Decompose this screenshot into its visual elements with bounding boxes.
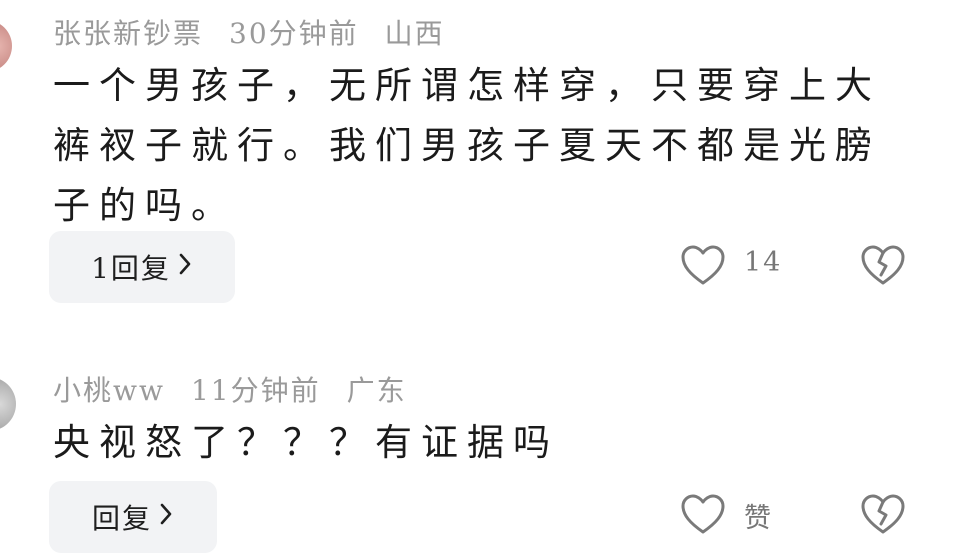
like-count: 14: [744, 247, 783, 278]
username[interactable]: 张张新钞票: [53, 17, 203, 50]
broken-heart-icon[interactable]: [860, 244, 906, 286]
timestamp: 30分钟前: [229, 17, 359, 50]
chevron-right-icon: [158, 502, 174, 533]
heart-outline-icon[interactable]: [680, 493, 726, 535]
reply-button[interactable]: 回复: [49, 481, 217, 553]
heart-outline-icon[interactable]: [680, 244, 726, 286]
comment-meta: 张张新钞票 30分钟前 山西: [53, 12, 471, 52]
broken-heart-icon[interactable]: [860, 493, 906, 535]
reply-label: 回复: [91, 502, 152, 535]
avatar[interactable]: [0, 377, 16, 431]
location: 山西: [384, 17, 445, 50]
chevron-right-icon: [177, 252, 193, 283]
timestamp: 11分钟前: [190, 374, 321, 407]
comment-item: 张张新钞票 30分钟前 山西 一个男孩子，无所谓怎样穿，只要穿上大裤衩子就行。我们男…: [0, 0, 960, 320]
like-count: 赞: [744, 503, 773, 534]
username[interactable]: 小桃ww: [53, 374, 165, 407]
comment-text: 央视怒了？？？有证据吗: [53, 421, 559, 464]
comment-text: 一个男孩子，无所谓怎样穿，只要穿上大裤衩子就行。我们男孩子夏天不都是光膀子的吗。: [53, 64, 881, 227]
location: 广东: [346, 374, 407, 407]
reply-label: 1回复: [91, 252, 171, 285]
comment-item: 小桃ww 11分钟前 广东 央视怒了？？？有证据吗 回复 赞: [0, 355, 960, 553]
avatar[interactable]: [0, 20, 12, 72]
comment-meta: 小桃ww 11分钟前 广东: [53, 369, 433, 409]
reply-button[interactable]: 1回复: [49, 231, 235, 303]
